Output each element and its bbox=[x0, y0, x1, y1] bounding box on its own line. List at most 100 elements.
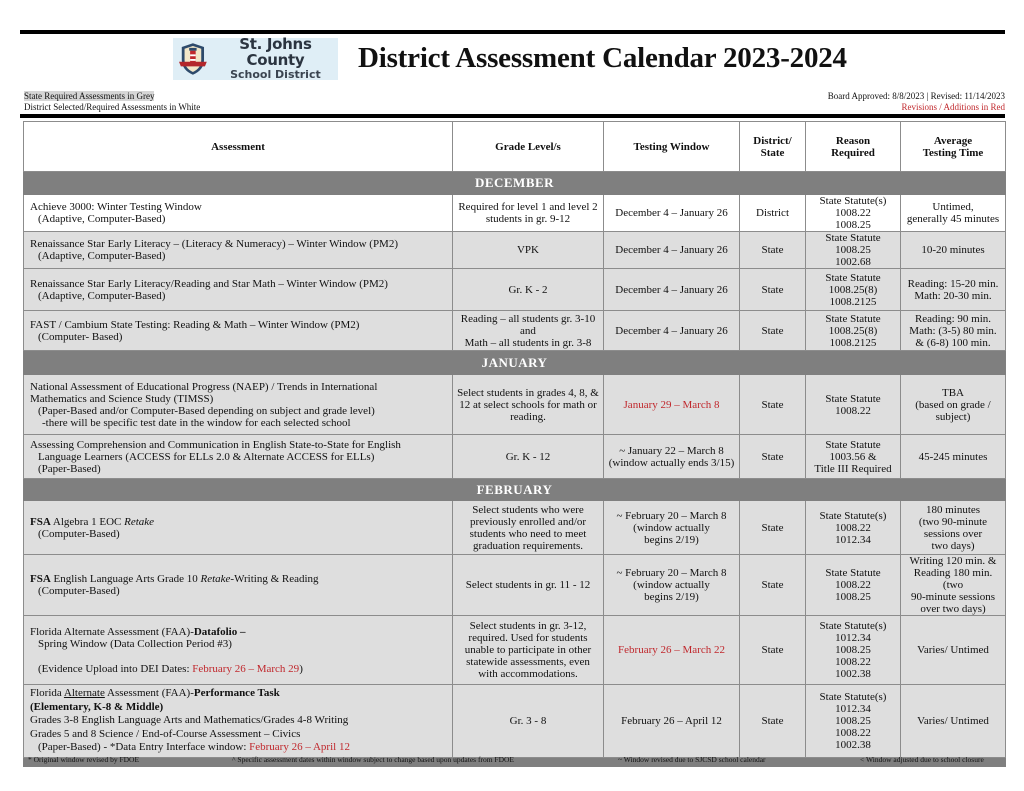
grade-cell: VPK bbox=[452, 231, 604, 269]
window-cell: February 26 – March 22 bbox=[603, 615, 740, 685]
assessment-name-mid: Assessment (FAA)- bbox=[104, 687, 194, 700]
reason-line: Title III Required bbox=[814, 462, 892, 475]
assessment-format: (Computer-Based) bbox=[38, 585, 120, 597]
window-cell: December 4 – January 26 bbox=[603, 268, 740, 311]
reason-line: 1008.22 bbox=[835, 727, 871, 739]
reason-line: 1008.25 bbox=[835, 715, 871, 727]
footnote-less-than: < Window adjusted due to school closure bbox=[860, 755, 984, 764]
assessment-cell: Renaissance Star Early Literacy/Reading … bbox=[23, 268, 453, 311]
time-line: Untimed, bbox=[932, 201, 974, 213]
window-cell: December 4 – January 26 bbox=[603, 310, 740, 351]
district-state-cell: State bbox=[739, 554, 806, 616]
logo-subtitle: School District bbox=[230, 67, 321, 81]
assessment-name: English Language Arts Grade 10 bbox=[50, 573, 201, 585]
table-row: Renaissance Star Early Literacy/Reading … bbox=[23, 268, 1006, 311]
assessment-subjects-cont: Grades 5 and 8 Science / End-of-Course A… bbox=[30, 727, 301, 740]
table-row: FSA Algebra 1 EOC Retake (Computer-Based… bbox=[23, 500, 1006, 555]
time-line: 180 minutes bbox=[925, 503, 981, 516]
grade-line: Math – all students in gr. 3-8 bbox=[464, 336, 592, 349]
table-row: Florida Alternate Assessment (FAA)-Perfo… bbox=[23, 684, 1006, 758]
assessment-type: Performance Task bbox=[193, 687, 280, 700]
assessment-format: (Adaptive, Computer-Based) bbox=[38, 250, 166, 262]
footnote-asterisk: * Original window revised by FDOE bbox=[28, 755, 140, 764]
time-line: Reading: 15-20 min. bbox=[907, 277, 999, 290]
footnote-tilde: ~ Window revised due to SJCSD school cal… bbox=[618, 755, 766, 764]
reason-cell: State Statute 1008.22 bbox=[805, 374, 901, 435]
approval-dates: Board Approved: 8/8/2023 | Revised: 11/1… bbox=[827, 91, 1005, 101]
assessment-upload-note: (Evidence Upload into DEI Dates: Februar… bbox=[30, 663, 449, 675]
grade-line: and bbox=[520, 324, 536, 337]
grade-cell: Required for level 1 and level 2 student… bbox=[452, 194, 604, 232]
dei-dates: February 26 – April 12 bbox=[249, 741, 350, 754]
assessment-name-cont: Mathematics and Science Study (TIMSS) bbox=[30, 392, 214, 405]
assessment-format: (Computer- Based) bbox=[38, 330, 123, 343]
reason-line: 1003.56 & bbox=[829, 450, 877, 463]
grade-cell: Gr. 3 - 8 bbox=[452, 684, 604, 758]
grade-cell: Select students in grades 4, 8, & 12 at … bbox=[452, 374, 604, 435]
upload-note-text: (Evidence Upload into DEI Dates: bbox=[38, 662, 193, 675]
reason-line: 1012.34 bbox=[835, 703, 871, 715]
reason-cell: State Statute 1008.25 1002.68 bbox=[805, 231, 901, 269]
table-row: Achieve 3000: Winter Testing Window (Ada… bbox=[23, 194, 1006, 232]
assessment-name: Assessing Comprehension and Communicatio… bbox=[30, 438, 401, 451]
reason-line: State Statute bbox=[825, 271, 881, 284]
month-label: FEBRUARY bbox=[23, 478, 1006, 501]
month-label: DECEMBER bbox=[23, 171, 1006, 195]
time-cell: Varies/ Untimed bbox=[900, 684, 1006, 758]
time-cell: 10-20 minutes bbox=[900, 231, 1006, 269]
reason-line: 1008.25 bbox=[835, 219, 871, 231]
reason-line: 1008.25 bbox=[835, 244, 871, 256]
reason-line: 1008.25(8) bbox=[828, 324, 878, 337]
reason-cell: State Statute(s) 1012.34 1008.25 1008.22… bbox=[805, 615, 901, 685]
district-state-cell: State bbox=[739, 434, 806, 479]
reason-line: State Statute bbox=[825, 567, 881, 579]
month-row-february: FEBRUARY bbox=[23, 478, 1006, 501]
footnote-caret: ^ Specific assessment dates within windo… bbox=[232, 755, 515, 764]
assessment-name: Renaissance Star Early Literacy/Reading … bbox=[30, 277, 388, 290]
district-state-cell: State bbox=[739, 500, 806, 555]
month-row-december: DECEMBER bbox=[23, 171, 1006, 195]
district-logo: St. Johns County School District bbox=[173, 37, 338, 81]
time-line: & (6-8) 100 min. bbox=[915, 336, 991, 349]
assessment-format: (Computer-Based) bbox=[38, 527, 120, 540]
lighthouse-shield-logo-icon bbox=[179, 43, 207, 75]
reason-line: 1008.22 bbox=[835, 404, 871, 417]
reason-line: 1008.2125 bbox=[829, 336, 877, 349]
window-line: begins 2/19) bbox=[644, 533, 699, 546]
time-line: (based on grade / bbox=[915, 398, 991, 411]
col-district-state: District/State bbox=[739, 121, 806, 172]
assessment-table: Assessment Grade Level/s Testing Window … bbox=[23, 121, 1006, 767]
table-row: National Assessment of Educational Progr… bbox=[23, 374, 1006, 435]
reason-line: 1008.2125 bbox=[829, 295, 877, 308]
time-line: Reading: 90 min. bbox=[914, 312, 992, 325]
upload-note-end: ) bbox=[299, 662, 303, 675]
time-line: over two days) bbox=[920, 603, 986, 615]
reason-cell: State Statute(s) 1008.22 1012.34 bbox=[805, 500, 901, 555]
color-legend: State Required Assessments in Grey Distr… bbox=[24, 91, 200, 112]
assessment-name: Algebra 1 EOC bbox=[50, 515, 125, 528]
reason-line: 1012.34 bbox=[835, 632, 871, 644]
district-state-cell: State bbox=[739, 615, 806, 685]
window-line: ~ February 20 – March 8 bbox=[616, 567, 727, 579]
assessment-dei-note: (Paper-Based) - *Data Entry Interface wi… bbox=[30, 741, 449, 755]
table-row: Florida Alternate Assessment (FAA)-Dataf… bbox=[23, 615, 1006, 685]
assessment-cell: Renaissance Star Early Literacy – (Liter… bbox=[23, 231, 453, 269]
time-line: subject) bbox=[935, 410, 971, 423]
dei-note-text: (Paper-Based) - *Data Entry Interface wi… bbox=[38, 741, 250, 754]
reason-cell: State Statute 1008.22 1008.25 bbox=[805, 554, 901, 616]
window-cell: January 29 – March 8 bbox=[603, 374, 740, 435]
time-cell: 180 minutes (two 90-minute sessions over… bbox=[900, 500, 1006, 555]
district-state-cell: State bbox=[739, 231, 806, 269]
reason-line: 1008.25 bbox=[835, 591, 871, 603]
assessment-name: Achieve 3000: Winter Testing Window bbox=[30, 201, 202, 213]
time-cell: Varies/ Untimed bbox=[900, 615, 1006, 685]
assessment-format: (Adaptive, Computer-Based) bbox=[38, 213, 166, 225]
reason-line: 1008.25 bbox=[835, 644, 871, 656]
assessment-name: Florida Alternate Assessment (FAA)- bbox=[30, 625, 194, 638]
col-grade-level: Grade Level/s bbox=[452, 121, 604, 172]
assessment-cell: Florida Alternate Assessment (FAA)-Perfo… bbox=[23, 684, 453, 758]
reason-cell: State Statute(s) 1012.34 1008.25 1008.22… bbox=[805, 684, 901, 758]
window-line: ~ January 22 – March 8 bbox=[619, 444, 724, 457]
reason-line: State Statute(s) bbox=[819, 195, 887, 207]
assessment-name: Renaissance Star Early Literacy – (Liter… bbox=[30, 238, 399, 250]
